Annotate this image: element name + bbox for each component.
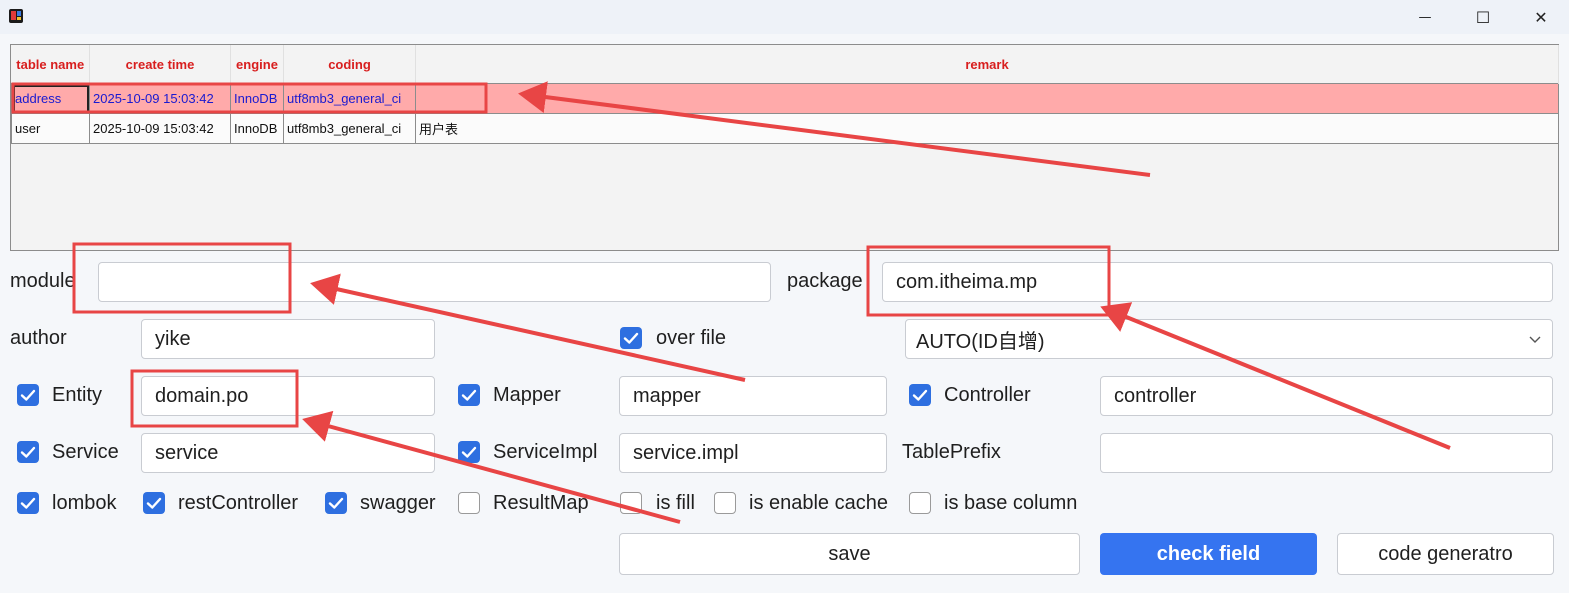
mapper-checkbox[interactable] [458,384,480,406]
tableprefix-input[interactable] [1100,433,1553,473]
save-button[interactable]: save [619,533,1080,575]
resultmap-checkbox[interactable] [458,492,480,514]
check-field-button[interactable]: check field [1100,533,1317,575]
table-row-address[interactable]: address 2025-10-09 15:03:42 InnoDB utf8m… [11,83,1559,114]
restcontroller-label: restController [178,492,299,514]
column-header-coding[interactable]: coding [283,45,416,84]
is-fill-checkbox[interactable] [620,492,642,514]
cell-coding[interactable]: utf8mb3_general_ci [283,83,416,114]
is-fill-label: is fill [656,492,695,514]
minimize-button[interactable]: — [1402,4,1448,30]
id-type-select[interactable]: AUTO(ID自增) [905,319,1553,359]
app-icon [9,9,23,23]
maximize-button[interactable]: ☐ [1460,4,1506,30]
cell-table-name[interactable]: user [11,113,90,144]
column-header-create-time[interactable]: create time [89,45,231,84]
author-input[interactable]: yike [141,319,435,359]
controller-label: Controller [944,384,1031,406]
entity-checkbox[interactable] [17,384,39,406]
chevron-down-icon [1529,336,1541,343]
service-checkbox[interactable] [17,441,39,463]
id-type-selected-value: AUTO(ID自增) [916,330,1045,353]
lombok-checkbox[interactable] [17,492,39,514]
table-row-user[interactable]: user 2025-10-09 15:03:42 InnoDB utf8mb3_… [11,113,1559,144]
service-input[interactable]: service [141,433,435,473]
code-generator-button[interactable]: code generatro [1337,533,1554,575]
cell-table-name[interactable]: address [11,83,90,114]
check-icon [623,332,639,344]
check-icon [20,446,36,458]
is-enable-cache-checkbox[interactable] [714,492,736,514]
check-icon [20,497,36,509]
resultmap-label: ResultMap [493,492,589,514]
service-label: Service [52,441,119,463]
package-input[interactable]: com.itheima.mp [882,262,1553,302]
is-base-column-checkbox[interactable] [909,492,931,514]
mapper-label: Mapper [493,384,561,406]
controller-checkbox[interactable] [909,384,931,406]
controller-input[interactable]: controller [1100,376,1553,416]
cell-engine[interactable]: InnoDB [230,113,284,144]
module-input[interactable] [98,262,771,302]
serviceimpl-input[interactable]: service.impl [619,433,887,473]
close-button[interactable]: ✕ [1518,4,1564,30]
package-label: package [787,270,863,292]
cell-remark[interactable]: 用户表 [415,113,1559,144]
entity-input[interactable]: domain.po [141,376,435,416]
check-icon [328,497,344,509]
check-icon [461,389,477,401]
is-base-column-label: is base column [944,492,1078,514]
maximize-icon: ☐ [1475,7,1491,27]
title-bar: — ☐ ✕ [0,0,1569,34]
entity-label: Entity [52,384,103,406]
cell-create-time[interactable]: 2025-10-09 15:03:42 [89,83,231,114]
restcontroller-checkbox[interactable] [143,492,165,514]
table-header-row: table name create time engine coding rem… [11,45,1559,84]
cell-create-time[interactable]: 2025-10-09 15:03:42 [89,113,231,144]
lombok-label: lombok [52,492,117,514]
is-enable-cache-label: is enable cache [749,492,888,514]
swagger-label: swagger [360,492,436,514]
check-icon [20,389,36,401]
cell-remark[interactable] [415,83,1559,114]
serviceimpl-label: ServiceImpl [493,441,598,463]
author-label: author [10,327,67,349]
cell-engine[interactable]: InnoDB [230,83,284,114]
column-header-table-name[interactable]: table name [11,45,90,84]
column-header-remark[interactable]: remark [415,45,1559,84]
close-icon: ✕ [1534,7,1548,27]
over-file-label: over file [656,327,727,349]
check-icon [461,446,477,458]
over-file-checkbox[interactable] [620,327,642,349]
swagger-checkbox[interactable] [325,492,347,514]
minimize-icon: — [1418,9,1432,25]
tables-table: table name create time engine coding rem… [11,45,1559,144]
serviceimpl-checkbox[interactable] [458,441,480,463]
tableprefix-label: TablePrefix [902,441,1001,463]
mapper-input[interactable]: mapper [619,376,887,416]
cell-coding[interactable]: utf8mb3_general_ci [283,113,416,144]
check-icon [146,497,162,509]
table-list[interactable]: table name create time engine coding rem… [10,44,1559,251]
module-label: module [10,270,76,292]
check-icon [912,389,928,401]
column-header-engine[interactable]: engine [230,45,284,84]
